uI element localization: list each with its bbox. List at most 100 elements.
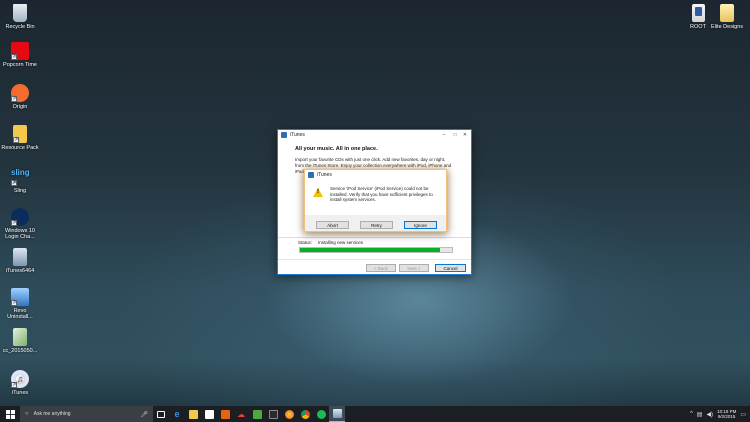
network-icon[interactable]: ▤	[697, 411, 703, 418]
start-button[interactable]	[0, 406, 20, 422]
desktop-icon-label: Popcorn Time	[3, 62, 37, 68]
video-icon	[268, 409, 278, 419]
taskbar-chrome[interactable]	[297, 406, 313, 422]
desktop-icon-recycle-bin[interactable]: Recycle Bin	[0, 4, 40, 30]
shortcut-arrow-icon: ↗	[11, 382, 17, 388]
origin-icon: ↗	[11, 84, 29, 102]
show-hidden-icons-button[interactable]: ^	[690, 411, 693, 417]
desktop-icon-label: Recycle Bin	[5, 24, 35, 30]
desktop-icon-label: Origin	[12, 104, 28, 110]
recycle-bin-icon	[13, 4, 27, 22]
dialog-title-bar[interactable]: iTunes	[305, 170, 446, 180]
install-progress-bar	[299, 247, 453, 253]
divider	[278, 237, 471, 238]
firefox-icon	[284, 409, 294, 419]
taskbar-file-explorer[interactable]	[185, 406, 201, 422]
desktop-icon-elite-designs[interactable]: Elite Designs	[707, 4, 747, 30]
desktop-icon-label: Windows 10 Login Cha...	[5, 228, 35, 241]
desktop-icon-itunes6464[interactable]: iTunes6464	[0, 248, 40, 274]
installer-package-icon	[13, 248, 27, 266]
volume-icon[interactable]: ◀)	[706, 411, 713, 418]
installer-icon	[332, 409, 342, 418]
desktop-icon-label: Sling	[13, 188, 27, 194]
progress-fill	[300, 248, 440, 252]
desktop-icon-revo-uninstaller[interactable]: ↗ Revo Uninstall...	[0, 288, 40, 321]
taskbar-edge[interactable]: e	[169, 406, 185, 422]
shortcut-arrow-icon: ↗	[11, 300, 17, 306]
store-icon	[204, 409, 214, 419]
chrome-icon	[300, 409, 310, 419]
desktop-icon-sling[interactable]: sling ↗ Sling	[0, 168, 40, 194]
folder-icon	[188, 409, 198, 419]
desktop-icon-label: iTunes6464	[5, 268, 35, 274]
windows-logo-icon: ↗	[11, 208, 29, 226]
desktop-icon-label: iTunes	[11, 390, 29, 396]
itunes-error-dialog: iTunes ! Service 'iPod Service' (iPod Se…	[304, 169, 447, 232]
search-icon: ○	[25, 411, 29, 417]
itunes-app-icon	[308, 172, 314, 178]
file-icon	[13, 328, 27, 346]
shortcut-arrow-icon: ↗	[11, 220, 17, 226]
clock[interactable]: 10:18 PM 9/2/2015	[717, 409, 736, 420]
ignore-button[interactable]: Ignore	[404, 221, 437, 229]
windows-start-icon	[5, 409, 15, 419]
abort-button[interactable]: Abort	[316, 221, 349, 229]
shortcut-arrow-icon: ↗	[11, 96, 17, 102]
shortcut-arrow-icon: ↗	[11, 54, 17, 60]
installer-title: iTunes	[290, 132, 305, 138]
installer-title-bar[interactable]: iTunes – □ ✕	[278, 130, 471, 140]
action-center-icon[interactable]: ▭	[740, 411, 746, 418]
desktop-icon-resource-pack[interactable]: ↗ Resource Pack	[0, 125, 40, 151]
message-line: Service 'iPod Service' (iPod Service) co…	[330, 186, 429, 191]
task-view-button[interactable]	[153, 406, 169, 422]
desktop-icon-cc-file[interactable]: cc_2015050...	[0, 328, 40, 354]
cancel-button[interactable]: Cancel	[435, 264, 466, 272]
itunes-icon: ♫ ↗	[11, 370, 29, 388]
installer-heading: All your music. All in one place.	[295, 146, 378, 152]
creative-cloud-icon: ☁	[237, 409, 245, 419]
edge-icon: e	[174, 409, 180, 419]
office-icon	[220, 409, 230, 419]
taskbar-media-player[interactable]	[249, 406, 265, 422]
taskbar-store[interactable]	[201, 406, 217, 422]
itunes-app-icon	[281, 132, 287, 138]
clock-date: 9/2/2015	[717, 414, 736, 419]
search-placeholder: Ask me anything	[33, 411, 71, 417]
microphone-icon[interactable]: 🎤︎	[140, 411, 148, 418]
desktop-icon-origin[interactable]: ↗ Origin	[0, 84, 40, 110]
status-value: Installing new services	[318, 240, 364, 245]
status-label: Status:	[298, 240, 313, 245]
next-button[interactable]: Next >	[399, 264, 429, 272]
desktop-icon-popcorn-time[interactable]: ↗ Popcorn Time	[0, 42, 40, 68]
folder-icon: ↗	[13, 125, 27, 143]
taskbar-adobe-cc[interactable]: ☁	[233, 406, 249, 422]
system-tray: ^ ▤ ◀) 10:18 PM 9/2/2015 ▭	[690, 406, 750, 422]
taskbar-firefox[interactable]	[281, 406, 297, 422]
sling-icon: sling ↗	[11, 168, 30, 186]
dialog-body: ! Service 'iPod Service' (iPod Service) …	[305, 180, 446, 215]
taskbar-office[interactable]	[217, 406, 233, 422]
taskbar: ○ Ask me anything 🎤︎ e ☁ ^ ▤ ◀) 10:18 PM…	[0, 406, 750, 422]
shortcut-arrow-icon: ↗	[13, 137, 19, 143]
retry-button[interactable]: Retry	[360, 221, 393, 229]
minimize-button[interactable]: –	[439, 130, 449, 140]
close-button[interactable]: ✕	[460, 130, 470, 140]
desktop-icon-label: Revo Uninstall...	[7, 308, 33, 321]
desktop-icon-itunes[interactable]: ♫ ↗ iTunes	[0, 370, 40, 396]
maximize-button[interactable]: □	[450, 130, 460, 140]
popcorn-time-icon: ↗	[11, 42, 29, 60]
back-button[interactable]: < Back	[366, 264, 396, 272]
revo-uninstaller-icon: ↗	[11, 288, 29, 306]
desktop-icon-label: ROOT	[690, 24, 706, 30]
dialog-message: Service 'iPod Service' (iPod Service) co…	[330, 186, 444, 203]
message-line: install system services.	[330, 197, 377, 202]
cortana-search-box[interactable]: ○ Ask me anything 🎤︎	[20, 406, 153, 422]
desktop-icon-label: Elite Designs	[710, 24, 744, 30]
desktop-icon-label: Resource Pack	[1, 145, 39, 151]
taskbar-itunes-installer[interactable]	[329, 406, 345, 422]
taskbar-video-app[interactable]	[265, 406, 281, 422]
taskbar-spotify[interactable]	[313, 406, 329, 422]
media-player-icon	[252, 409, 262, 419]
desktop-icon-windows-login[interactable]: ↗ Windows 10 Login Cha...	[0, 208, 40, 241]
shortcut-arrow-icon: ↗	[11, 180, 17, 186]
